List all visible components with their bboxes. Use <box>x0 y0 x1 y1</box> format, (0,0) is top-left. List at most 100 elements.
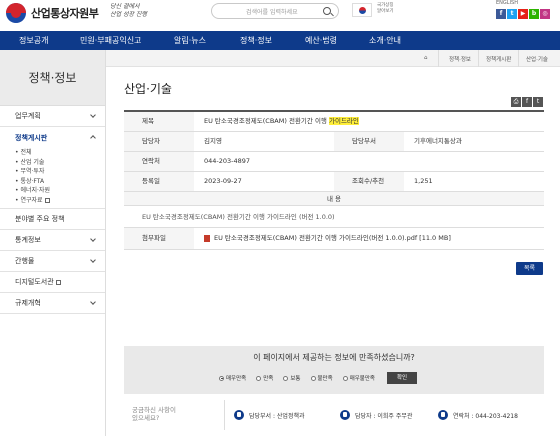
dept-label: 담당부서 <box>334 132 404 151</box>
contact-question-line-1: 궁금하신 사항이 <box>132 406 176 414</box>
sub-item-industry-tech[interactable]: • 산업 기술 <box>15 158 105 168</box>
date-label: 등록일 <box>124 172 194 191</box>
sidebar-item-statistics[interactable]: 통계정보 <box>0 230 105 251</box>
sidebar-item-publications[interactable]: 간행물 <box>0 251 105 272</box>
sidebar-item-label: 분야별 주요 정책 <box>15 215 65 223</box>
breadcrumb-item-board[interactable]: 정책게시판 <box>486 55 511 63</box>
slogan-line-2: 산업 성장 진행 <box>110 11 147 18</box>
logo-text: 산업통상자원부 <box>31 7 99 20</box>
satisfaction-survey: 이 페이지에서 제공하는 정보에 만족하셨습니까? 매우만족 만족 보통 불만족… <box>124 346 544 394</box>
sidebar-item-label: 통계정보 <box>15 236 41 244</box>
list-button[interactable]: 목록 <box>516 262 543 275</box>
phone-icon <box>438 410 448 420</box>
sub-item-label: 연구자료 <box>20 196 43 204</box>
phone-value: 044-203-4897 <box>204 157 251 165</box>
nav-item-news[interactable]: 알림·뉴스 <box>174 35 206 46</box>
home-icon[interactable]: ⌂ <box>424 55 428 61</box>
sidebar-item-digital-library[interactable]: 디지털도서관 <box>0 272 105 293</box>
search-icon[interactable] <box>323 7 331 15</box>
sub-item-trade-investment[interactable]: • 무역·투자 <box>15 167 105 177</box>
youtube-icon[interactable]: ▶ <box>518 9 528 19</box>
radio-button[interactable] <box>283 375 289 381</box>
print-icon[interactable]: ⎙ <box>511 97 521 107</box>
site-header: 산업통상자원부 당신 곁에서 산업 성장 진행 검색어를 입력하세요 국가상징 … <box>0 0 560 31</box>
main-nav: 정보공개 민원·부패공익신고 알림·뉴스 정책·정보 예산·법령 소개·안내 <box>0 31 560 50</box>
breadcrumb-divider <box>518 50 519 67</box>
sub-item-all[interactable]: • 전체 <box>15 148 105 158</box>
sub-item-research[interactable]: • 연구자료 <box>15 196 105 206</box>
sidebar-title: 정책·정보 <box>0 50 105 106</box>
ministry-logo[interactable]: 산업통상자원부 <box>6 3 99 23</box>
blog-icon[interactable]: b <box>529 9 539 19</box>
sub-item-energy[interactable]: • 에너지·자원 <box>15 186 105 196</box>
date-value: 2023-09-27 <box>204 177 242 185</box>
contact-phone-text: 연락처 : 044-203-4218 <box>453 412 518 420</box>
sns-links: f t ▶ b ◎ <box>496 9 550 19</box>
views-label: 조회수/추천 <box>334 172 404 191</box>
title-label: 제목 <box>124 112 194 131</box>
sub-item-label: 무역·투자 <box>20 168 45 175</box>
nav-item-info[interactable]: 정보공개 <box>19 35 48 46</box>
radio-button[interactable] <box>219 375 224 381</box>
option-label: 불만족 <box>317 376 333 382</box>
option-satisfied[interactable]: 만족 <box>256 374 273 382</box>
chevron-down-icon <box>90 299 96 305</box>
slogan: 당신 곁에서 산업 성장 진행 <box>110 3 162 29</box>
date-row: 등록일 2023-09-27 조회수/추천 1,251 <box>124 172 544 192</box>
option-neutral[interactable]: 보통 <box>283 374 301 382</box>
sub-item-trade-fta[interactable]: • 통상·FTA <box>15 177 105 187</box>
sidebar-item-policy-board[interactable]: 정책게시판 <box>0 127 105 148</box>
nav-item-policy[interactable]: 정책·정보 <box>240 35 272 46</box>
external-link-icon <box>55 279 61 285</box>
radio-button[interactable] <box>342 375 348 381</box>
option-label: 만족 <box>263 376 274 382</box>
title-row: 제목 EU 탄소국경조정제도(CBAM) 전환기간 이행 가이드라인 <box>124 112 544 132</box>
twitter-share-icon[interactable]: t <box>533 97 543 107</box>
sidebar-item-label: 간행물 <box>15 257 35 265</box>
nav-item-budget[interactable]: 예산·법령 <box>305 35 337 46</box>
instagram-icon[interactable]: ◎ <box>540 9 550 19</box>
option-dissatisfied[interactable]: 불만족 <box>310 374 333 382</box>
dept-value: 기후에너지통상과 <box>414 137 462 145</box>
breadcrumb-item-policy[interactable]: 정책·정보 <box>449 55 471 63</box>
contact-person-text: 담당자 : 이희주 주무관 <box>355 412 413 420</box>
twitter-icon[interactable]: t <box>507 9 517 19</box>
option-very-dissatisfied[interactable]: 매우불만족 <box>342 374 375 382</box>
manager-label: 담당자 <box>124 132 194 151</box>
survey-question: 이 페이지에서 제공하는 정보에 만족하셨습니까? <box>253 353 415 362</box>
slogan-line-1: 당신 곁에서 <box>110 3 140 10</box>
facebook-icon[interactable]: f <box>496 9 506 19</box>
flag-text-2: 알아보기 <box>377 9 394 14</box>
sidebar-item-key-policies[interactable]: 분야별 주요 정책 <box>0 209 105 230</box>
phone-row: 연락처 044-203-4897 <box>124 152 544 172</box>
option-very-satisfied[interactable]: 매우만족 <box>219 374 246 382</box>
chevron-up-icon <box>90 135 96 141</box>
contact-question: 궁금하신 사항이 있으세요? <box>132 406 184 422</box>
chevron-down-icon <box>90 112 96 118</box>
page-tools: ⎙ f t <box>511 97 543 107</box>
sidebar-item-label: 디지털도서관 <box>15 278 54 286</box>
sidebar-item-work-plan[interactable]: 업무계획 <box>0 106 105 127</box>
title-value: EU 탄소국경조정제도(CBAM) 전환기간 이행 가이드라인 <box>204 112 359 131</box>
facebook-share-icon[interactable]: f <box>522 97 532 107</box>
sub-item-label: 산업 기술 <box>20 158 45 166</box>
english-link[interactable]: ENGLISH <box>496 0 518 6</box>
radio-button[interactable] <box>310 375 316 381</box>
confirm-button[interactable]: 확인 <box>387 372 417 384</box>
breadcrumb-item-current[interactable]: 산업·기술 <box>526 55 548 63</box>
nav-item-about[interactable]: 소개·안내 <box>369 35 401 46</box>
attachment-link[interactable]: EU 탄소국경조정제도(CBAM) 전환기간 이행 가이드라인(버전 1.0.0… <box>204 228 451 249</box>
sidebar-item-regulation[interactable]: 규제개혁 <box>0 293 105 314</box>
nav-item-complaint[interactable]: 민원·부패공익신고 <box>80 35 141 46</box>
national-flag-icon[interactable] <box>352 3 372 17</box>
contact-person: 담당자 : 이희주 주무관 <box>340 410 412 420</box>
national-symbol-link[interactable]: 국가상징 알아보기 <box>377 3 394 15</box>
breadcrumb-divider <box>438 50 439 67</box>
contact-info: 궁금하신 사항이 있으세요? 담당부서 : 산업정책과 담당자 : 이희주 주무… <box>124 400 544 430</box>
search-input[interactable]: 검색어를 입력하세요 <box>211 3 339 19</box>
content-body: EU 탄소국경조정제도(CBAM) 전환기간 이행 가이드라인 (버전 1.0.… <box>124 206 544 228</box>
page-title: 산업·기술 <box>124 82 172 96</box>
radio-button[interactable] <box>256 375 262 381</box>
survey-options: 매우만족 만족 보통 불만족 매우불만족 확인 <box>219 372 417 384</box>
option-label: 매우불만족 <box>349 376 375 382</box>
